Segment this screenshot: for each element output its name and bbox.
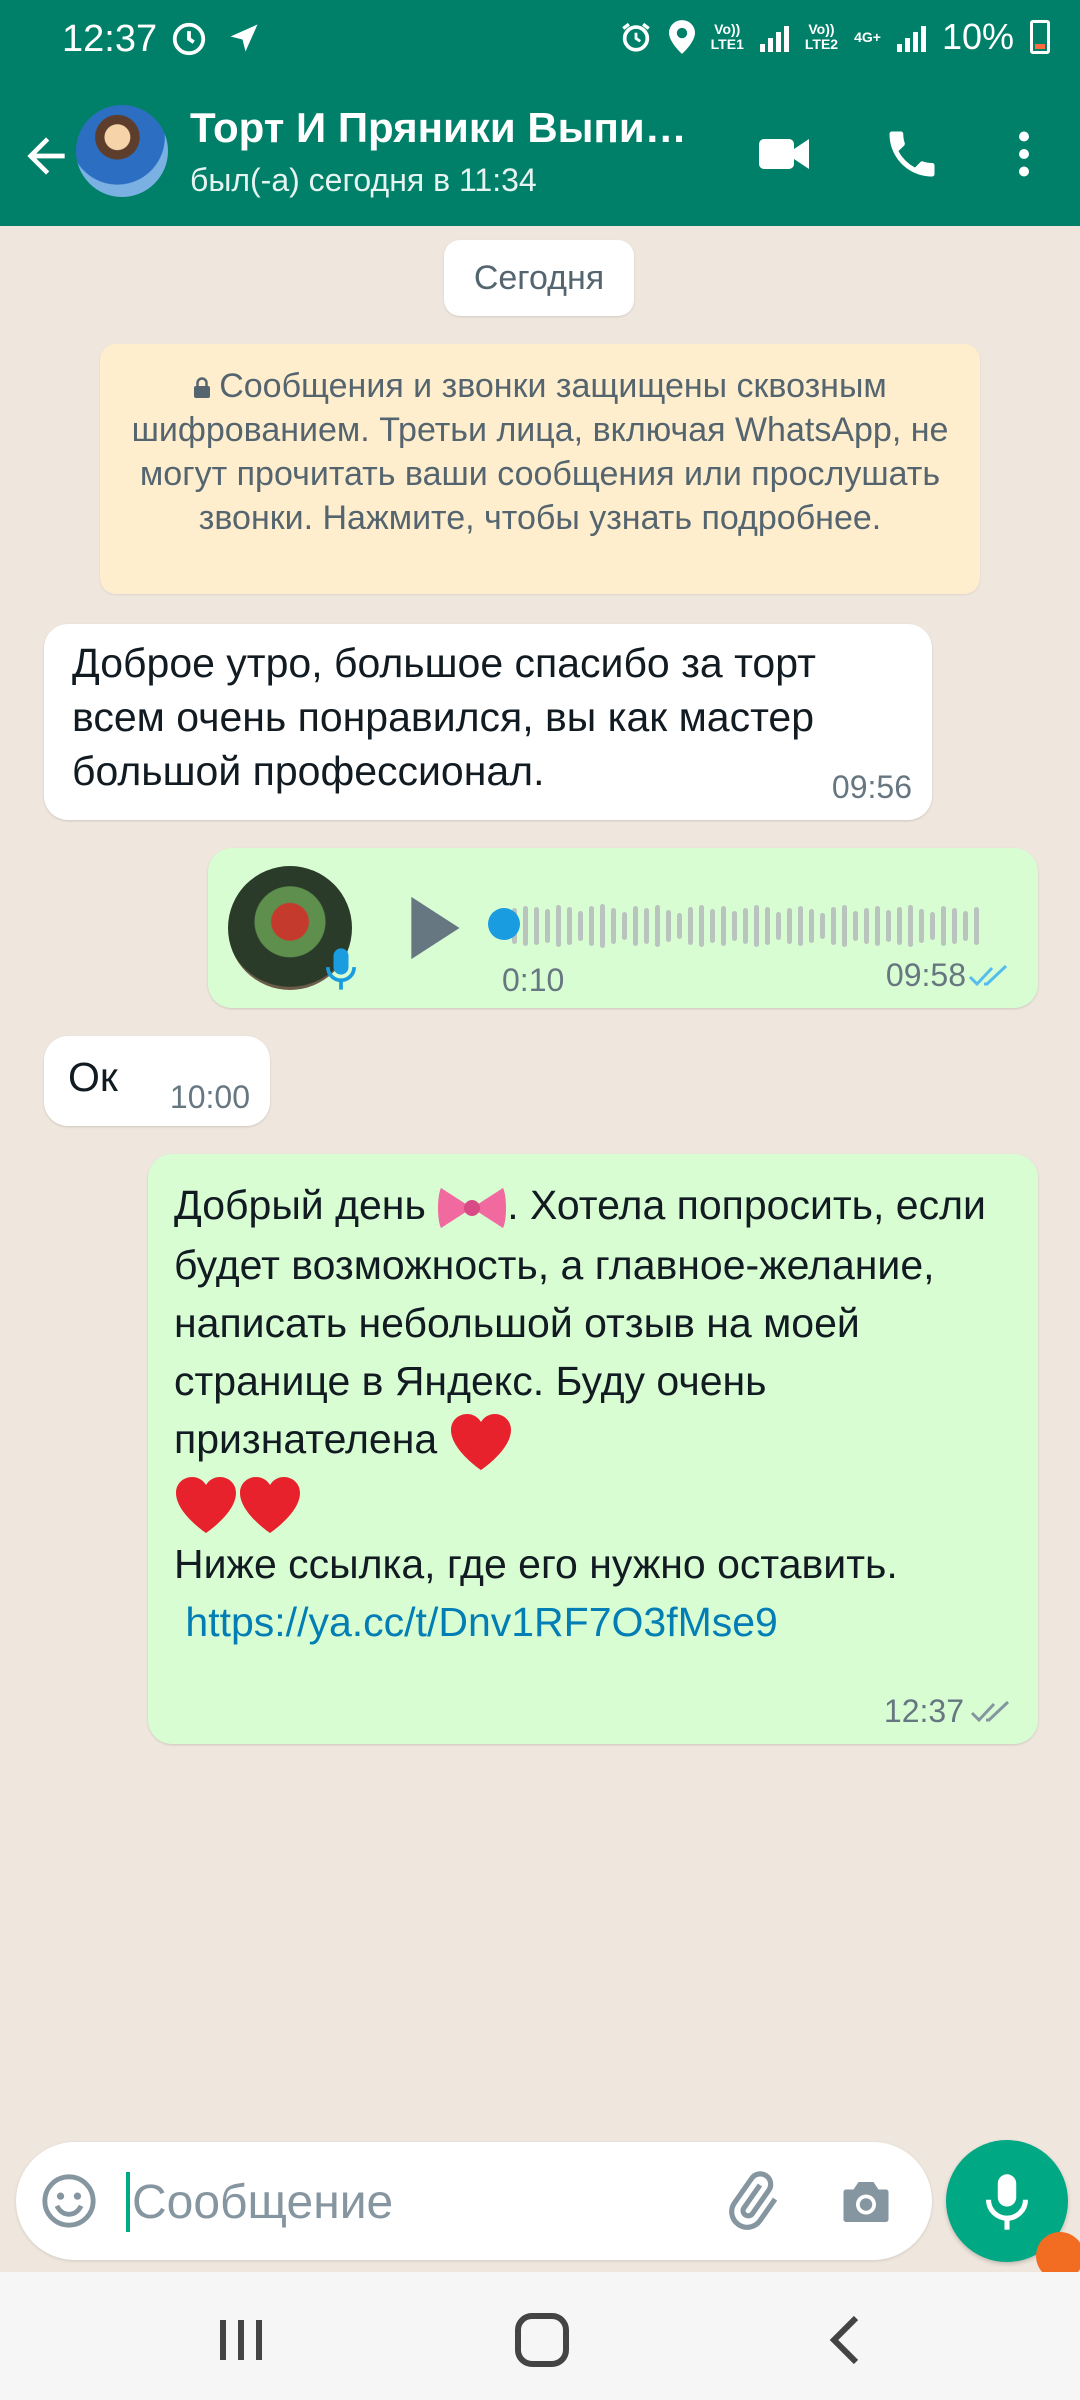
red-heart-emoji	[176, 1476, 236, 1533]
battery-icon	[1030, 20, 1050, 54]
microphone-icon	[326, 948, 356, 990]
last-seen-status: был(-а) сегодня в 11:34	[190, 162, 537, 198]
message-text: Добрый день . Хотела попросить, если буд…	[174, 1176, 1012, 1651]
red-heart-emoji	[450, 1414, 511, 1471]
sim2-label: Vo)) LTE2	[804, 21, 839, 52]
status-left-icons	[170, 20, 262, 58]
playback-position-dot[interactable]	[488, 908, 520, 940]
back-arrow-icon[interactable]	[18, 128, 74, 184]
ribbon-bow-emoji	[438, 1188, 507, 1229]
microphone-icon	[986, 2174, 1028, 2230]
sim1-label: Vo)) LTE1	[710, 21, 744, 52]
emoji-icon[interactable]	[40, 2172, 98, 2230]
battery-percent: 10%	[941, 16, 1014, 57]
sim2-signal-icon	[896, 22, 926, 52]
data-label: 4G+	[854, 28, 881, 45]
message-time: 09:58	[885, 957, 966, 993]
lock-icon	[194, 377, 211, 398]
message-link[interactable]: https://ya.cc/t/Dnv1RF7O3fMse9	[185, 1599, 777, 1645]
encryption-notice[interactable]: Сообщения и звонки защищены сквозным шиф…	[100, 344, 980, 594]
recent-apps-icon[interactable]	[212, 2312, 272, 2368]
alarm-icon	[621, 22, 650, 52]
message-outgoing[interactable]: Добрый день . Хотела попросить, если буд…	[148, 1154, 1038, 1744]
status-right-icons: Vo)) LTE1 Vo)) LTE2 4G+ 10%	[619, 16, 1050, 58]
read-ticks-icon	[968, 964, 1008, 987]
home-icon[interactable]	[512, 2312, 572, 2368]
message-incoming[interactable]: Доброе утро, большое спасибо за торт все…	[44, 624, 932, 820]
red-heart-emoji	[240, 1476, 300, 1533]
video-call-icon[interactable]	[754, 124, 814, 184]
back-nav-icon[interactable]	[816, 2312, 876, 2368]
location-pin-icon	[668, 20, 695, 54]
status-bar: 12:37 Vo)) LTE1 Vo)) LTE2 4G+ 10%	[0, 0, 1080, 80]
message-text: Доброе утро, большое спасибо за торт все…	[72, 640, 816, 794]
date-divider: Сегодня	[444, 240, 634, 316]
contact-avatar[interactable]	[76, 105, 168, 197]
system-nav-bar	[0, 2272, 1080, 2400]
sync-icon	[172, 22, 206, 56]
chat-area[interactable]: Сегодня Сообщения и звонки защищены скво…	[0, 226, 1080, 2140]
message-composer	[16, 2142, 932, 2260]
camera-icon[interactable]	[836, 2172, 896, 2232]
location-arrow-icon	[230, 24, 258, 52]
voice-call-icon[interactable]	[882, 124, 942, 184]
contact-name[interactable]: Торт И Пряники Выпи…	[190, 104, 710, 152]
message-time: 10:00	[169, 1079, 250, 1115]
message-incoming[interactable]: Ок 10:00	[44, 1036, 270, 1126]
voice-message-outgoing[interactable]: 0:10 09:58	[208, 848, 1038, 1008]
message-time: 12:37	[883, 1693, 964, 1729]
message-text-part1: Добрый день	[174, 1182, 426, 1228]
chat-header: Торт И Пряники Выпи… был(-а) сегодня в 1…	[0, 80, 1080, 226]
paperclip-icon[interactable]	[720, 2170, 782, 2232]
message-time: 09:56	[831, 769, 912, 805]
sim1-signal-icon	[759, 22, 789, 52]
message-input[interactable]	[130, 2166, 694, 2238]
more-options-icon[interactable]	[994, 124, 1054, 184]
status-time: 12:37	[62, 18, 158, 60]
message-text-part3: Ниже ссылка, где его нужно оставить.	[174, 1540, 898, 1587]
play-icon[interactable]	[404, 894, 464, 962]
encryption-notice-text: Сообщения и звонки защищены сквозным шиф…	[131, 367, 949, 537]
voice-duration: 0:10	[502, 962, 565, 998]
delivered-ticks-icon	[970, 1700, 1010, 1723]
voice-waveform[interactable]	[490, 898, 1010, 954]
